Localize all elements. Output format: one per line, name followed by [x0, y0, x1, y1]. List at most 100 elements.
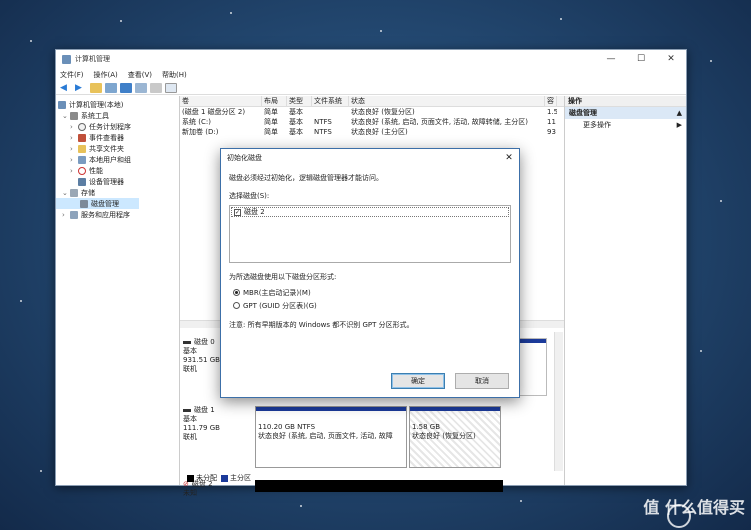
tree-device-manager[interactable]: 设备管理器 — [56, 176, 179, 187]
cell-capacity: 11 — [547, 118, 556, 126]
primary-swatch — [221, 474, 228, 482]
close-button[interactable]: ✕ — [656, 54, 686, 64]
back-icon[interactable]: ◀ — [60, 83, 72, 93]
initialize-disk-dialog: 初始化磁盘 ✕ 磁盘必须经过初始化，逻辑磁盘管理器才能访问。 选择磁盘(S): … — [220, 148, 520, 398]
tree-system-tools[interactable]: ⌄ 系统工具 — [56, 110, 179, 121]
menu-bar: 文件(F) 操作(A) 查看(V) 帮助(H) — [56, 68, 686, 81]
chevron-right-icon[interactable]: › — [70, 145, 78, 153]
col-status[interactable]: 状态 — [349, 96, 545, 106]
console-tree: 计算机管理(本地) ⌄ 系统工具 › 任务计划程序 › 事件查看器 › 共享文件… — [56, 96, 180, 485]
tree-storage-label: 存储 — [81, 188, 95, 197]
tree-system-tools-label: 系统工具 — [81, 111, 109, 120]
tree-services[interactable]: › 服务和应用程序 — [56, 209, 179, 220]
tree-root-label: 计算机管理(本地) — [69, 100, 124, 109]
disk-1-info[interactable]: 磁盘 1 基本 111.79 GB 联机 — [183, 406, 253, 442]
table-row[interactable]: 系统 (C:) 简单 基本 NTFS 状态良好 (系统, 启动, 页面文件, 活… — [180, 117, 564, 127]
maximize-button[interactable]: ☐ — [626, 54, 656, 64]
disk-1-size: 111.79 GB — [183, 424, 220, 432]
key-icon[interactable] — [150, 82, 162, 93]
chevron-right-icon[interactable]: › — [70, 156, 78, 164]
dialog-title: 初始化磁盘 — [227, 154, 262, 162]
chevron-down-icon[interactable]: ⌄ — [62, 189, 70, 197]
tree-task-scheduler[interactable]: › 任务计划程序 — [56, 121, 179, 132]
tree-local-users[interactable]: › 本地用户和组 — [56, 154, 179, 165]
cell-status: 状态良好 (主分区) — [351, 128, 408, 136]
cell-capacity: 1.5 — [547, 108, 557, 116]
legend-primary: 主分区 — [230, 474, 251, 482]
menu-file[interactable]: 文件(F) — [60, 70, 84, 80]
actions-section-label: 磁盘管理 — [569, 109, 597, 117]
checkbox-icon[interactable]: ✓ — [234, 208, 241, 216]
chevron-right-icon[interactable]: › — [70, 123, 78, 131]
col-layout[interactable]: 布局 — [262, 96, 287, 106]
ok-button[interactable]: 确定 — [391, 373, 445, 389]
toolbar: ◀ ▶ — [56, 81, 686, 95]
console-tree-icon[interactable] — [105, 82, 117, 93]
event-viewer-icon — [78, 133, 86, 142]
unallocated-swatch — [187, 474, 194, 482]
cell-type: 基本 — [289, 128, 303, 136]
table-row[interactable]: 新加卷 (D:) 简单 基本 NTFS 状态良好 (主分区) 93 — [180, 127, 564, 137]
dialog-title-bar: 初始化磁盘 ✕ — [221, 149, 519, 167]
vertical-scrollbar[interactable] — [554, 332, 563, 471]
volume-grid-header: 卷 布局 类型 文件系统 状态 容 — [180, 96, 564, 107]
disk-2-unallocated[interactable] — [255, 480, 503, 492]
disk-1-type: 基本 — [183, 415, 197, 423]
users-icon — [78, 155, 86, 164]
menu-help[interactable]: 帮助(H) — [162, 70, 187, 80]
chevron-right-icon: ▶ — [676, 121, 682, 129]
col-volume[interactable]: 卷 — [180, 96, 262, 106]
close-icon[interactable]: ✕ — [499, 153, 519, 163]
actions-disk-management[interactable]: 磁盘管理 ▲ — [565, 107, 686, 119]
tree-root[interactable]: 计算机管理(本地) — [56, 99, 179, 110]
tree-shared-folders[interactable]: › 共享文件夹 — [56, 143, 179, 154]
partition-size: 110.20 GB NTFS — [258, 423, 316, 431]
minimize-button[interactable]: — — [596, 54, 626, 64]
radio-icon[interactable] — [233, 302, 240, 309]
tree-disk-management[interactable]: 磁盘管理 — [56, 198, 139, 209]
cell-volume: 系统 (C:) — [182, 118, 211, 126]
cell-layout: 简单 — [264, 108, 278, 116]
disk-1-recovery-partition[interactable]: 1.58 GB 状态良好 (恢复分区) — [409, 406, 501, 468]
disk-list-item-label: 磁盘 2 — [244, 208, 265, 216]
col-type[interactable]: 类型 — [287, 96, 312, 106]
tree-event-viewer[interactable]: › 事件查看器 — [56, 132, 179, 143]
chevron-right-icon[interactable]: › — [70, 134, 78, 142]
up-folder-icon[interactable] — [90, 82, 102, 93]
disk-icon — [183, 340, 191, 344]
disk-list-item[interactable]: ✓ 磁盘 2 — [231, 207, 509, 217]
tree-event-viewer-label: 事件查看器 — [89, 133, 124, 142]
forward-icon[interactable]: ▶ — [75, 83, 87, 93]
app-icon — [62, 54, 71, 64]
title-bar: 计算机管理 — ☐ ✕ — [56, 50, 686, 68]
list-icon[interactable] — [165, 82, 177, 93]
mbr-option[interactable]: MBR(主启动记录)(M) — [233, 286, 511, 299]
col-filesystem[interactable]: 文件系统 — [312, 96, 349, 106]
help-icon[interactable] — [120, 82, 132, 93]
menu-view[interactable]: 查看(V) — [128, 70, 152, 80]
tree-disk-management-label: 磁盘管理 — [91, 199, 119, 208]
gpt-option[interactable]: GPT (GUID 分区表)(G) — [233, 299, 511, 312]
cell-status: 状态良好 (系统, 启动, 页面文件, 活动, 故障转储, 主分区) — [351, 118, 528, 126]
chevron-right-icon[interactable]: › — [62, 211, 70, 219]
disk-1-system-partition[interactable]: 110.20 GB NTFS 状态良好 (系统, 启动, 页面文件, 活动, 故… — [255, 406, 407, 468]
col-capacity[interactable]: 容 — [545, 96, 557, 106]
chevron-right-icon[interactable]: › — [70, 167, 78, 175]
radio-selected-icon[interactable] — [233, 289, 240, 296]
legend-unallocated: 未分配 — [196, 474, 217, 482]
cancel-button[interactable]: 取消 — [455, 373, 509, 389]
collapse-icon[interactable]: ▲ — [677, 109, 682, 117]
tree-task-scheduler-label: 任务计划程序 — [89, 122, 131, 131]
chevron-down-icon[interactable]: ⌄ — [62, 112, 70, 120]
actions-more[interactable]: 更多操作 ▶ — [565, 119, 686, 131]
window-title: 计算机管理 — [75, 55, 110, 63]
menu-action[interactable]: 操作(A) — [94, 70, 118, 80]
folder-icon — [78, 144, 86, 153]
properties-icon[interactable] — [135, 82, 147, 93]
storage-icon — [70, 188, 78, 197]
clock-icon — [78, 122, 86, 131]
tree-storage[interactable]: ⌄ 存储 — [56, 187, 179, 198]
partition-status: 状态良好 (系统, 启动, 页面文件, 活动, 故障 — [258, 432, 393, 440]
table-row[interactable]: (磁盘 1 磁盘分区 2) 简单 基本 状态良好 (恢复分区) 1.5 — [180, 107, 564, 117]
tree-performance[interactable]: › 性能 — [56, 165, 179, 176]
